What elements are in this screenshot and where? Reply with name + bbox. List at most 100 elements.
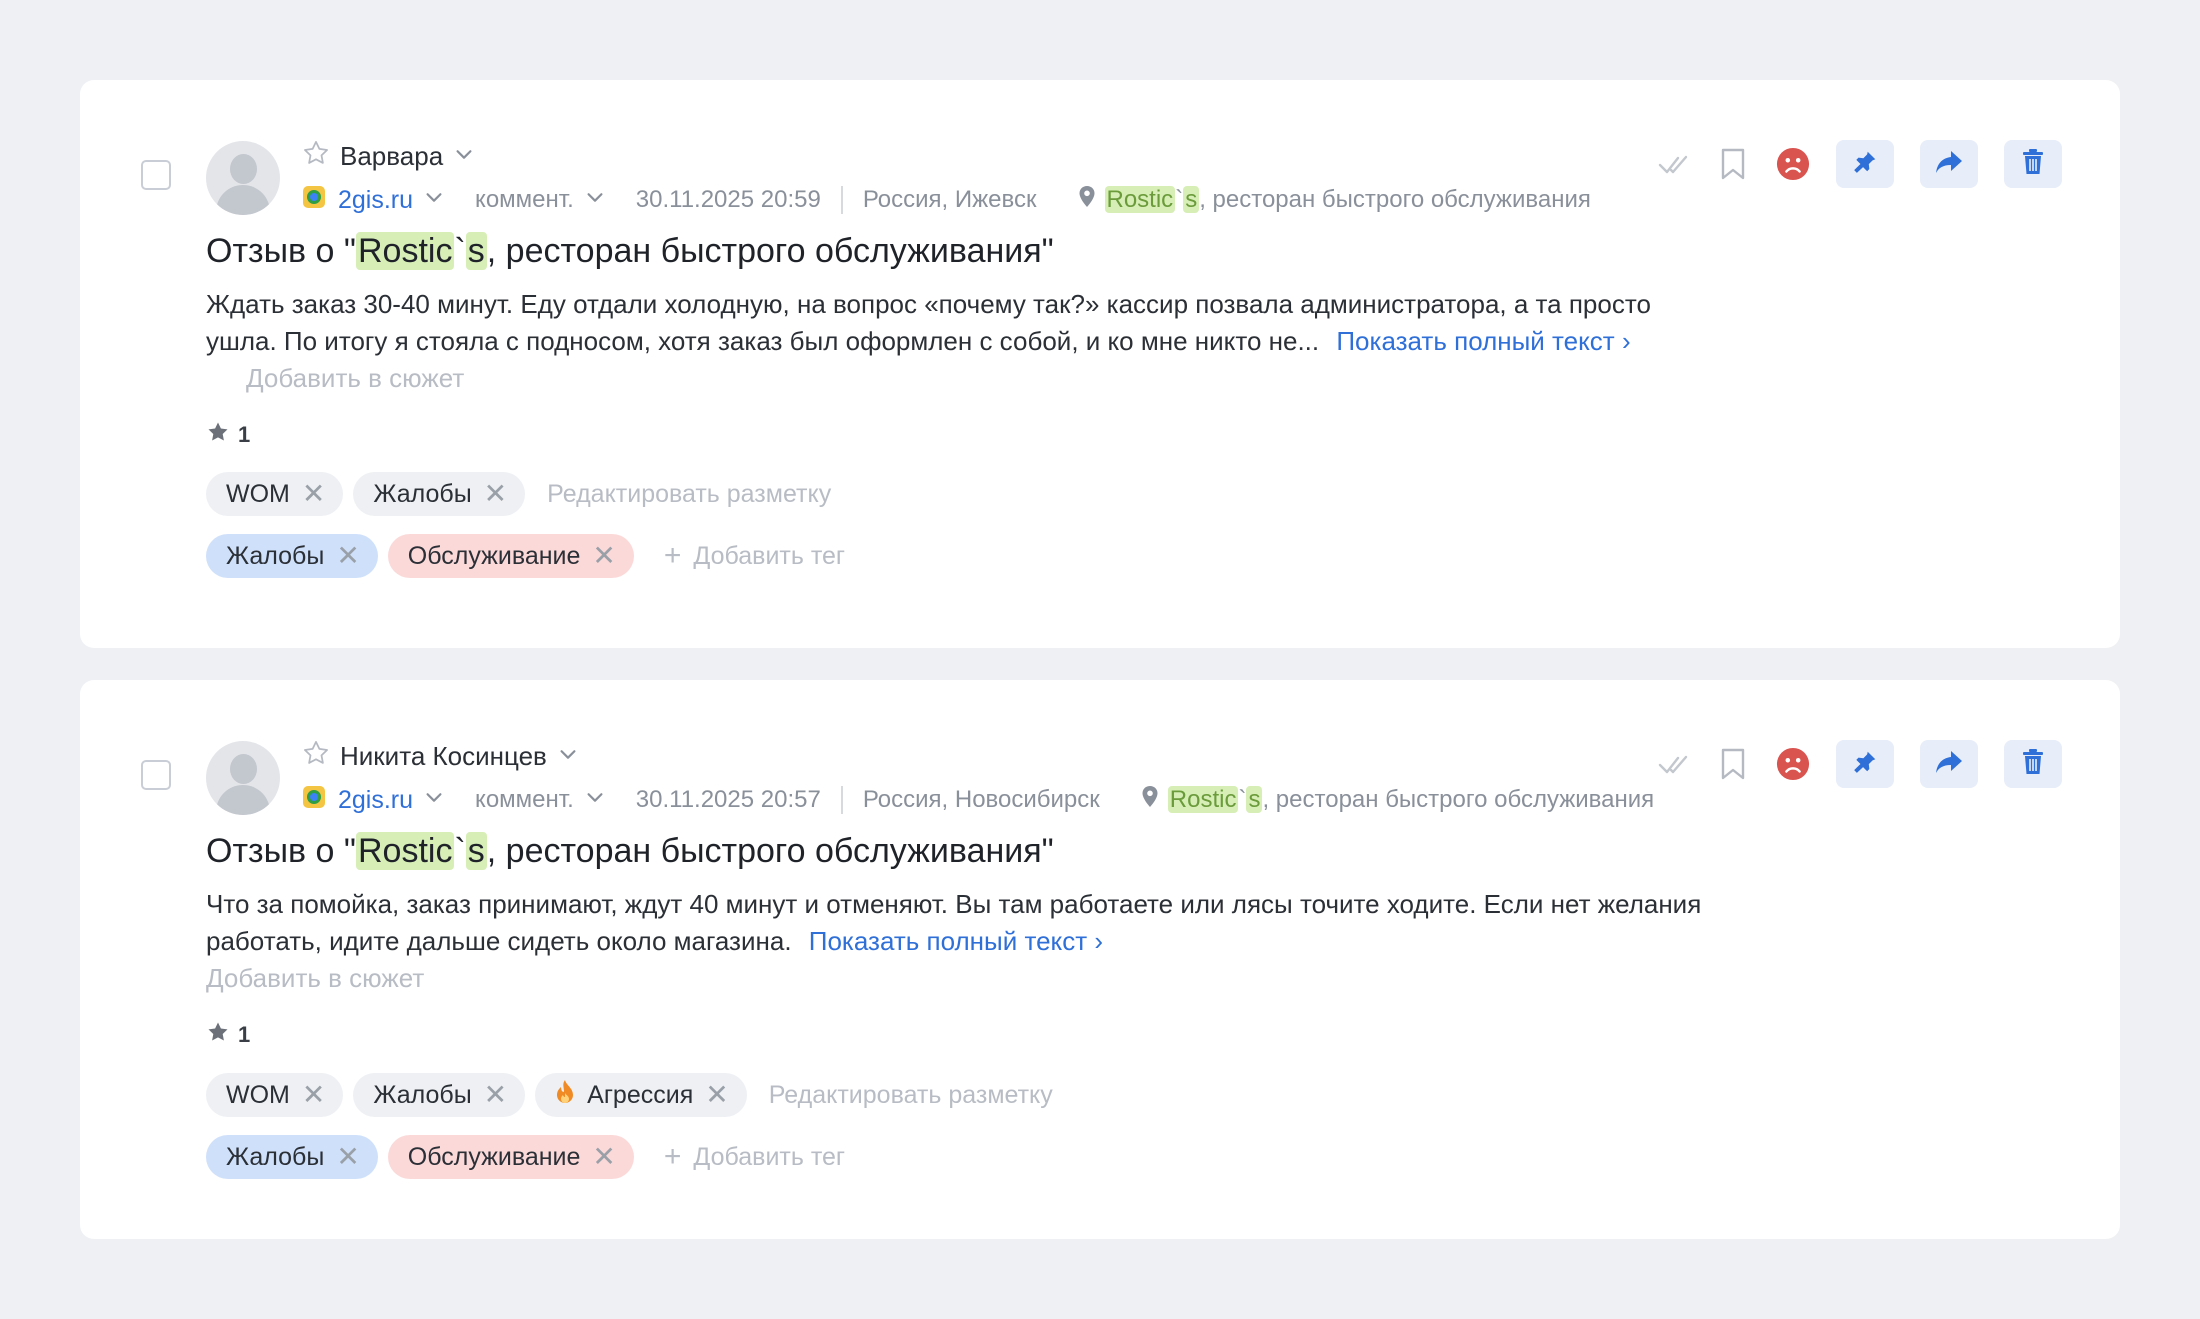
- title-text: Отзыв о ": [206, 832, 356, 870]
- tag-chip[interactable]: Обслуживание ✕: [387, 1135, 634, 1179]
- markup-chip[interactable]: Жалобы ✕: [353, 472, 526, 516]
- add-tag-button[interactable]: + Добавить тег: [664, 539, 845, 573]
- pin-button[interactable]: [1836, 140, 1894, 188]
- author-row: Никита Косинцев: [302, 736, 579, 776]
- delete-button[interactable]: [2004, 140, 2062, 188]
- check-icon[interactable]: [1656, 747, 1690, 781]
- rating-value: 1: [238, 1022, 251, 1047]
- close-icon[interactable]: ✕: [336, 542, 359, 570]
- title-text: Отзыв о ": [206, 232, 356, 270]
- chip-label: Обслуживание: [407, 541, 581, 570]
- star-outline-icon[interactable]: [302, 739, 330, 774]
- close-icon[interactable]: ✕: [484, 480, 507, 508]
- chevron-down-icon[interactable]: [423, 786, 445, 815]
- show-full-text-link[interactable]: Показать полный текст ›: [1336, 326, 1630, 356]
- close-icon[interactable]: ✕: [705, 1081, 728, 1109]
- check-icon[interactable]: [1656, 147, 1690, 181]
- chevron-down-icon[interactable]: [584, 186, 606, 215]
- avatar: [206, 141, 280, 215]
- tag-chip[interactable]: Обслуживание ✕: [387, 534, 634, 578]
- keyword-highlight: Rostic: [355, 832, 455, 870]
- edit-markup-link[interactable]: Редактировать разметку: [769, 1081, 1053, 1110]
- review-card: Никита Косинцев 2gis.ru коммент. 30.11.2…: [80, 680, 2120, 1239]
- close-icon[interactable]: ✕: [302, 480, 325, 508]
- action-bar: [1656, 740, 2062, 788]
- edit-markup-link[interactable]: Редактировать разметку: [547, 480, 831, 509]
- keyword-highlight: s: [1183, 186, 1200, 213]
- show-full-text-link[interactable]: Показать полный текст ›: [809, 926, 1103, 956]
- chip-label: WOM: [226, 479, 290, 508]
- pin-button[interactable]: [1836, 740, 1894, 788]
- select-checkbox[interactable]: [141, 160, 171, 190]
- markup-tags: WOM ✕ Жалобы ✕ Агрессия ✕ Редактировать раз…: [206, 1073, 1053, 1117]
- markup-chip[interactable]: Жалобы ✕: [353, 1073, 526, 1117]
- markup-chip[interactable]: WOM ✕: [206, 472, 344, 516]
- chip-label: Обслуживание: [407, 1142, 581, 1171]
- negative-sentiment-icon[interactable]: [1776, 747, 1810, 781]
- author-name[interactable]: Варвара: [340, 141, 443, 172]
- select-checkbox[interactable]: [141, 760, 171, 790]
- divider: [840, 786, 843, 814]
- title-text: , ресторан быстрого обслуживания": [486, 832, 1054, 870]
- plus-icon: +: [663, 1140, 682, 1173]
- author-name[interactable]: Никита Косинцев: [340, 741, 547, 772]
- rating-value: 1: [238, 422, 251, 447]
- title-text: , ресторан быстрого обслуживания": [486, 232, 1054, 270]
- map-pin-icon: [1140, 785, 1160, 816]
- tag-chip[interactable]: Жалобы ✕: [206, 1135, 378, 1179]
- chevron-right-icon: ›: [1621, 326, 1631, 356]
- chevron-down-icon[interactable]: [453, 141, 475, 172]
- review-text: Что за помойка, заказ принимают, ждут 40…: [206, 886, 1706, 997]
- source-link[interactable]: 2gis.ru: [338, 186, 413, 215]
- close-icon[interactable]: ✕: [592, 542, 615, 570]
- add-tag-label: Добавить тег: [693, 1142, 846, 1171]
- add-to-plot-link[interactable]: Добавить в сюжет: [246, 363, 464, 393]
- star-outline-icon[interactable]: [302, 139, 330, 174]
- post-type[interactable]: коммент.: [475, 186, 574, 214]
- place[interactable]: Rostic`s, ресторан быстрого обслуживания: [1140, 785, 1654, 816]
- add-to-plot-link[interactable]: Добавить в сюжет: [206, 960, 1706, 997]
- avatar: [206, 741, 280, 815]
- map-pin-icon: [1077, 185, 1097, 216]
- close-icon[interactable]: ✕: [592, 1143, 615, 1171]
- close-icon[interactable]: ✕: [302, 1081, 325, 1109]
- chip-label: Жалобы: [226, 541, 325, 570]
- location: Россия, Ижевск: [862, 186, 1037, 213]
- keyword-highlight: s: [465, 832, 487, 870]
- review-title[interactable]: Отзыв о "Rostic`s, ресторан быстрого обс…: [206, 832, 1054, 871]
- markup-chip[interactable]: WOM ✕: [206, 1073, 344, 1117]
- source-link[interactable]: 2gis.ru: [338, 786, 413, 815]
- tag-chip[interactable]: Жалобы ✕: [206, 534, 378, 578]
- negative-sentiment-icon[interactable]: [1776, 147, 1810, 181]
- markup-tags: WOM ✕ Жалобы ✕ Редактировать разметку: [206, 472, 831, 516]
- meta-row: 2gis.ru коммент. 30.11.2025 20:57 Россия…: [302, 780, 1654, 820]
- delete-button[interactable]: [2004, 740, 2062, 788]
- chip-label: Жалобы: [373, 1080, 472, 1109]
- bookmark-icon[interactable]: [1716, 747, 1750, 781]
- chip-label: Жалобы: [226, 1142, 325, 1171]
- location: Россия, Новосибирск: [862, 786, 1100, 813]
- keyword-highlight: Rostic: [355, 232, 455, 270]
- add-tag-button[interactable]: + Добавить тег: [664, 1140, 845, 1174]
- chevron-down-icon[interactable]: [423, 186, 445, 215]
- pin-icon: [1852, 149, 1878, 180]
- share-button[interactable]: [1920, 140, 1978, 188]
- chevron-down-icon[interactable]: [557, 741, 579, 772]
- place[interactable]: Rostic`s, ресторан быстрого обслуживания: [1077, 185, 1591, 216]
- source-logo-icon: [302, 185, 326, 216]
- close-icon[interactable]: ✕: [336, 1143, 359, 1171]
- place-text: , ресторан быстрого обслуживания: [1199, 186, 1591, 213]
- markup-chip[interactable]: Агрессия ✕: [535, 1073, 747, 1117]
- share-button[interactable]: [1920, 740, 1978, 788]
- rating: 1: [206, 1020, 250, 1050]
- close-icon[interactable]: ✕: [484, 1081, 507, 1109]
- post-datetime: 30.11.2025 20:59: [635, 186, 821, 213]
- bookmark-icon[interactable]: [1716, 147, 1750, 181]
- plus-icon: +: [663, 539, 682, 572]
- chevron-down-icon[interactable]: [584, 786, 606, 815]
- review-title[interactable]: Отзыв о "Rostic`s, ресторан быстрого обс…: [206, 232, 1054, 271]
- rating: 1: [206, 420, 250, 450]
- meta-row: 2gis.ru коммент. 30.11.2025 20:59 Россия…: [302, 180, 1591, 220]
- post-type[interactable]: коммент.: [475, 786, 574, 814]
- divider: [840, 186, 843, 214]
